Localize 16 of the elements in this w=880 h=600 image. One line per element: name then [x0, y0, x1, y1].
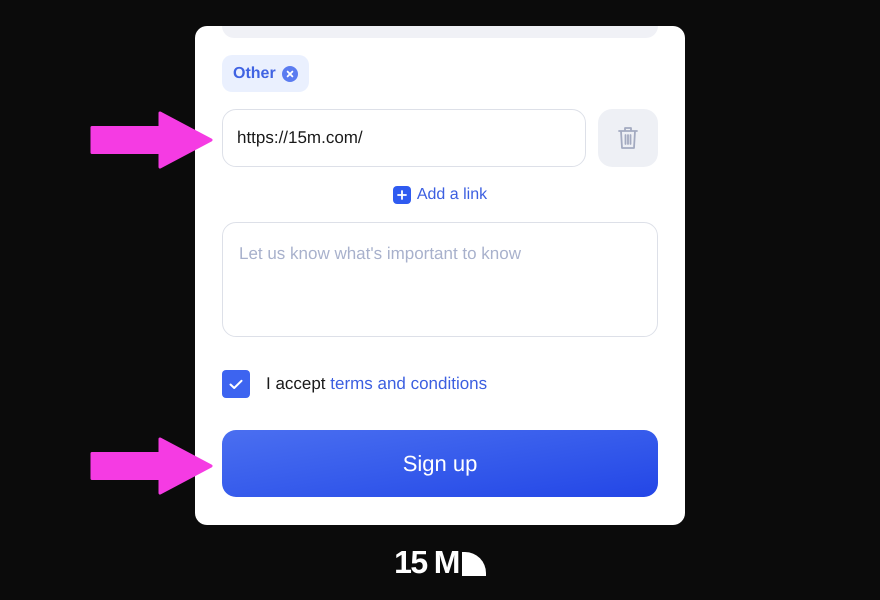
logo-mark-icon: [462, 552, 486, 576]
terms-link[interactable]: terms and conditions: [330, 374, 488, 394]
link-input[interactable]: https://15m.com/: [222, 109, 586, 167]
logo-text: 15 M: [394, 548, 459, 576]
check-icon: [229, 378, 243, 390]
trash-icon: [618, 126, 638, 150]
tag-label: Other: [233, 64, 276, 84]
add-link-button[interactable]: Add a link: [392, 185, 488, 205]
delete-button[interactable]: [598, 109, 658, 167]
sign-up-button[interactable]: Sign up: [222, 430, 658, 497]
close-icon[interactable]: [282, 66, 298, 82]
notes-field[interactable]: Let us know what's important to know: [222, 222, 658, 337]
input-field[interactable]: [222, 26, 658, 38]
plus-icon: [392, 186, 411, 204]
terms-label: I accept terms and conditions: [266, 373, 488, 396]
checkbox[interactable]: [222, 370, 250, 398]
